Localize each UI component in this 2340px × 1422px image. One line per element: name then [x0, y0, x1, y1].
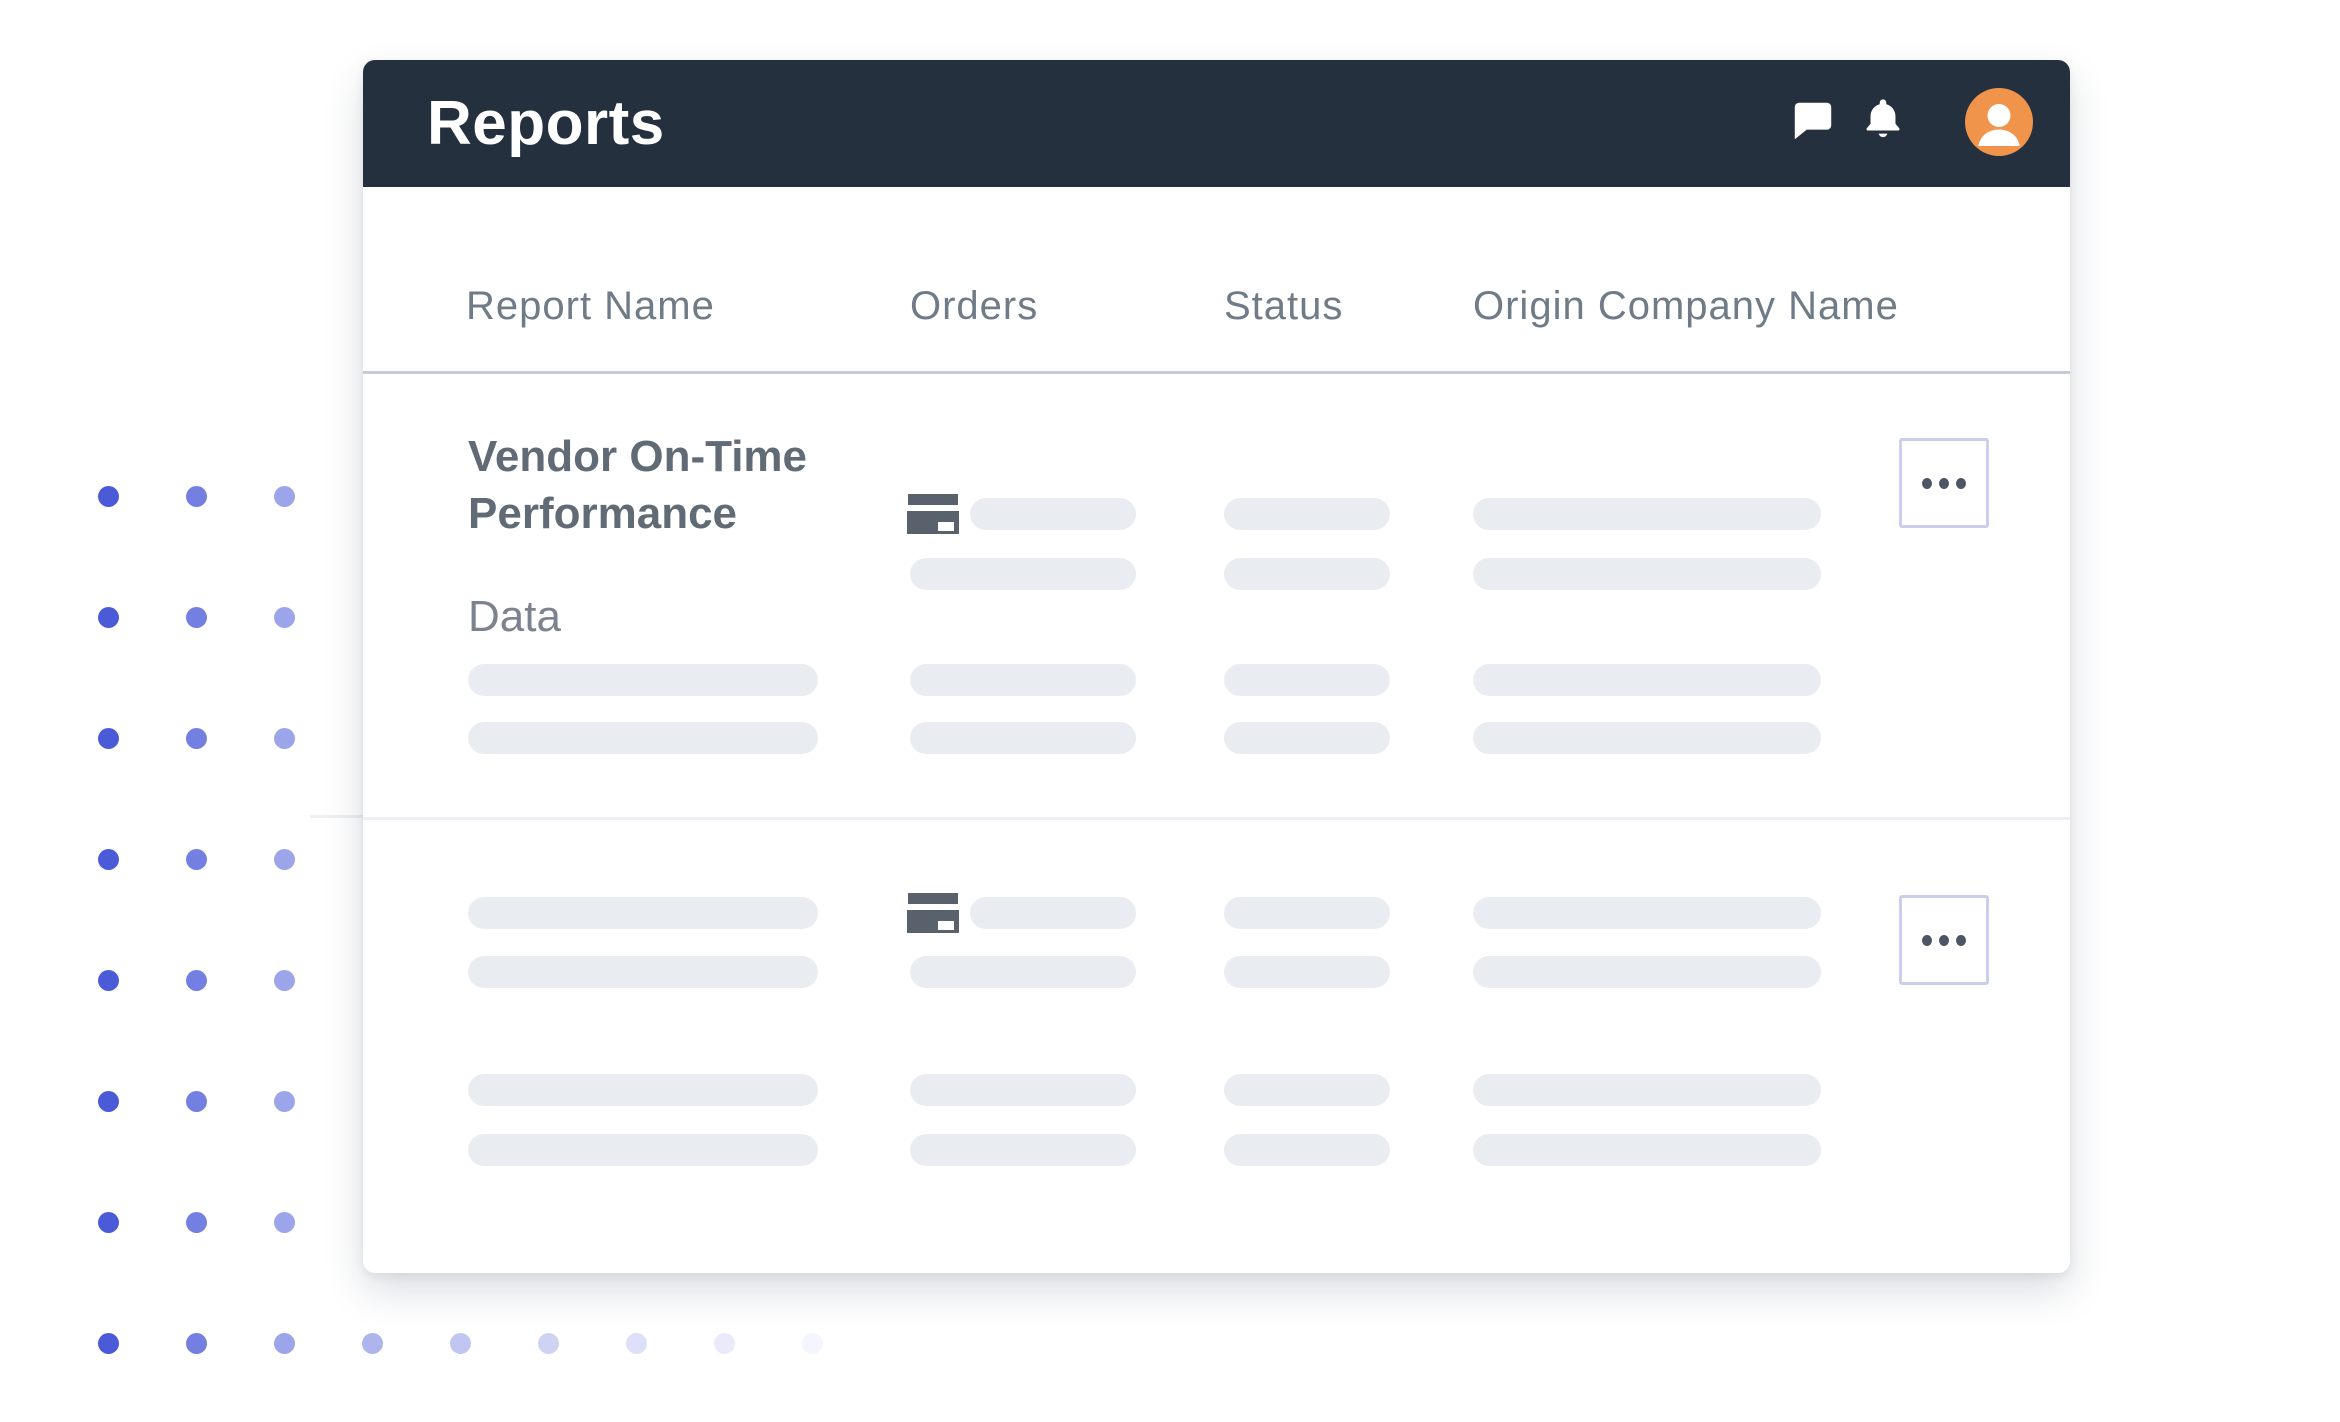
skeleton-placeholder [1224, 498, 1390, 530]
skeleton-placeholder [468, 664, 818, 696]
skeleton-placeholder [1224, 1134, 1390, 1166]
row-divider-extension [310, 815, 363, 818]
table-header-divider [363, 371, 2070, 374]
ellipsis-more-icon [1922, 935, 1932, 946]
skeleton-placeholder [1473, 558, 1821, 590]
decor-dot [626, 1333, 647, 1354]
skeleton-placeholder [910, 956, 1136, 988]
skeleton-placeholder [468, 1134, 818, 1166]
decor-dot [362, 1333, 383, 1354]
decor-dot [274, 728, 295, 749]
decor-dot [274, 486, 295, 507]
decor-dot [186, 1091, 207, 1112]
skeleton-placeholder [1224, 558, 1390, 590]
column-header-orders: Orders [910, 284, 1038, 329]
decor-dot [98, 1212, 119, 1233]
decor-dot [98, 1091, 119, 1112]
skeleton-placeholder [1473, 897, 1821, 929]
more-actions-button[interactable] [1899, 895, 1989, 985]
decor-dot [98, 849, 119, 870]
skeleton-placeholder [1224, 722, 1390, 754]
table-row-divider [363, 817, 2070, 820]
ellipsis-more-icon [1922, 478, 1932, 489]
column-header-status: Status [1224, 284, 1343, 329]
skeleton-placeholder [1473, 1074, 1821, 1106]
skeleton-placeholder [468, 956, 818, 988]
skeleton-placeholder [1224, 897, 1390, 929]
decor-dot [186, 607, 207, 628]
skeleton-placeholder [1473, 664, 1821, 696]
decor-dot [274, 1212, 295, 1233]
card-header-bar: Reports [363, 60, 2070, 187]
decor-dot [98, 728, 119, 749]
skeleton-placeholder [1224, 1074, 1390, 1106]
more-actions-button[interactable] [1899, 438, 1989, 528]
skeleton-placeholder [468, 897, 818, 929]
skeleton-placeholder [1473, 1134, 1821, 1166]
reports-card: Reports Report Name Orders [363, 60, 2070, 1273]
decor-dot [274, 1333, 295, 1354]
decor-dot [186, 1333, 207, 1354]
skeleton-placeholder [910, 1074, 1136, 1106]
decor-dot [538, 1333, 559, 1354]
skeleton-placeholder [910, 722, 1136, 754]
decor-dot [274, 1091, 295, 1112]
chat-icon[interactable] [1790, 98, 1836, 144]
credit-card-icon [907, 893, 959, 933]
skeleton-placeholder [1473, 722, 1821, 754]
decor-dot [274, 970, 295, 991]
notification-bell-icon[interactable] [1860, 95, 1906, 141]
user-avatar[interactable] [1965, 88, 2033, 156]
skeleton-placeholder [468, 722, 818, 754]
decor-dot [274, 849, 295, 870]
skeleton-placeholder [910, 664, 1136, 696]
decor-dot [450, 1333, 471, 1354]
skeleton-placeholder [910, 558, 1136, 590]
skeleton-placeholder [468, 1074, 818, 1106]
decor-dot [186, 1212, 207, 1233]
skeleton-placeholder [1224, 664, 1390, 696]
report-name-text: Vendor On-Time Performance [468, 428, 908, 542]
column-header-report-name: Report Name [466, 284, 715, 329]
decor-dot [186, 486, 207, 507]
decor-dot [274, 607, 295, 628]
skeleton-placeholder [1473, 956, 1821, 988]
skeleton-placeholder [970, 897, 1136, 929]
page-title: Reports [427, 60, 665, 187]
decor-dot [98, 1333, 119, 1354]
decor-dot [98, 486, 119, 507]
skeleton-placeholder [1224, 956, 1390, 988]
skeleton-placeholder [910, 1134, 1136, 1166]
decor-dot [186, 849, 207, 870]
skeleton-placeholder [970, 498, 1136, 530]
decor-dot [714, 1333, 735, 1354]
decor-dot [98, 607, 119, 628]
credit-card-icon [907, 494, 959, 534]
decor-dot [98, 970, 119, 991]
decor-dot [186, 970, 207, 991]
decor-dot [802, 1333, 823, 1354]
column-header-origin-company-name: Origin Company Name [1473, 284, 1899, 329]
decor-dot [186, 728, 207, 749]
skeleton-placeholder [1473, 498, 1821, 530]
report-subtitle-text: Data [468, 588, 561, 645]
